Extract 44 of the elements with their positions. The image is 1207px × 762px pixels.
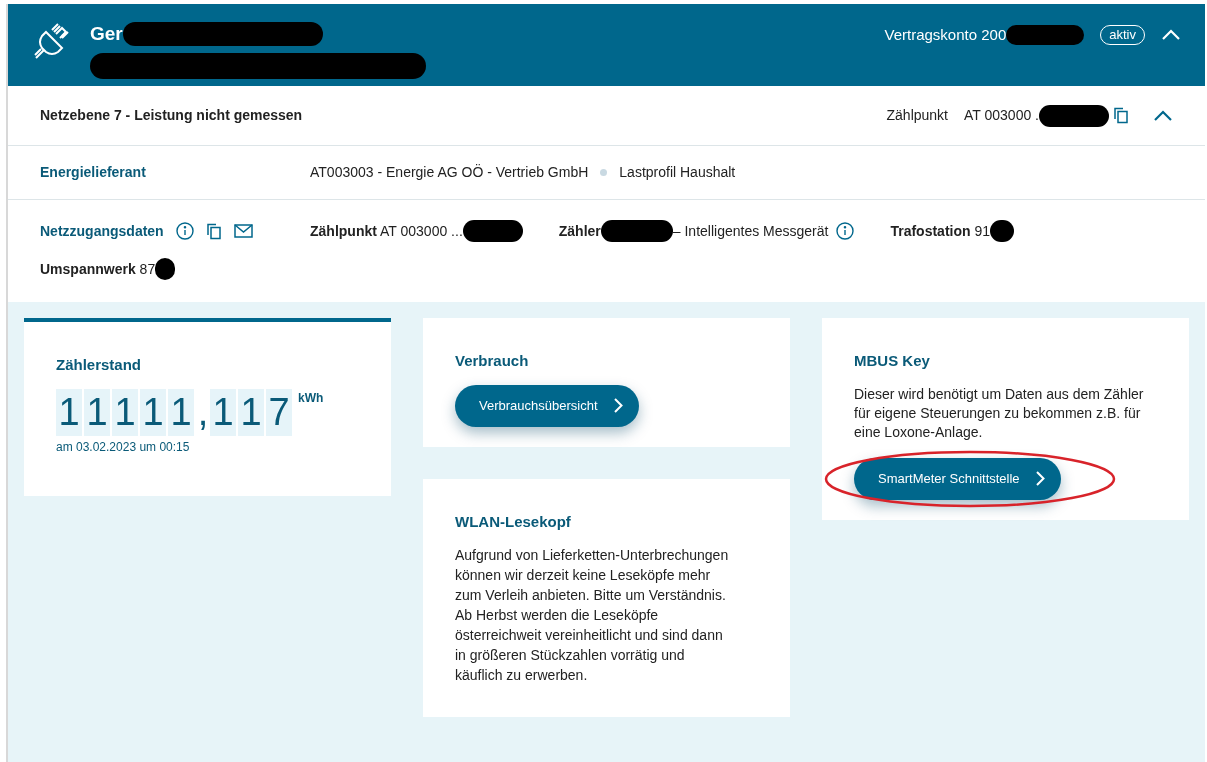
account-number: Vertragskonto 200 — [884, 25, 1007, 45]
field-label: Energielieferant — [40, 163, 147, 182]
info-icon[interactable] — [175, 222, 194, 240]
card-title: MBUS Key — [854, 351, 931, 371]
field-label: Netzzugangsdaten — [40, 221, 164, 241]
chevron-right-icon — [613, 398, 623, 413]
meter-digit: 1 — [56, 388, 82, 436]
meter-digit: 1 — [238, 388, 264, 436]
meter-digit: 1 — [210, 388, 236, 436]
grid-field: Zähler — [558, 220, 601, 242]
unit-label: kWh — [298, 389, 324, 407]
card-title: Zählerstand — [56, 355, 143, 375]
grid-field: Umspannwerk 87 — [40, 258, 156, 280]
grid-field-value: – Intelligentes Messgerät — [672, 221, 829, 241]
primary-button[interactable]: Verbrauchsübersicht — [455, 384, 639, 427]
timestamp: am 03.02.2023 um 00:15 — [56, 438, 191, 456]
card-text: Dieser wird benötigt um Daten aus dem Zähler für eigene Steuerungen zu bekommen z.B. für eine Loxone-Anlage. — [854, 384, 1145, 442]
chevron-right-icon — [1035, 471, 1045, 486]
meter-digit: 1 — [140, 388, 166, 436]
contract-title: Ger — [90, 22, 123, 46]
field-value: Lastprofil Haushalt — [619, 163, 736, 182]
copy-icon[interactable] — [1113, 107, 1129, 124]
decimal-separator: , — [196, 389, 210, 435]
info-icon[interactable] — [836, 222, 855, 240]
redaction-mark — [462, 220, 523, 242]
meter-digit: 7 — [266, 388, 292, 436]
meter-digit: 1 — [84, 388, 110, 436]
meter-digit: 1 — [112, 388, 138, 436]
meter-point-value: AT 003000 . — [964, 106, 1039, 125]
card-title: Verbrauch — [455, 351, 530, 371]
mail-icon[interactable] — [233, 224, 253, 238]
copy-icon[interactable] — [205, 222, 222, 240]
section-title: Netzebene 7 - Leistung nicht gemessen — [40, 106, 303, 125]
grid-field: Trafostation 91 — [890, 220, 991, 242]
card-text: Aufgrund von Lieferketten-Unterbrechungen können wir derzeit keine Leseköpfe mehr zum Verleih anbieten. Bitte um Verständnis. Ab Herbst werden die Leseköpfe österreichweit vereinheitlicht und sind dann in größeren Stückzahlen vorrätig und käuflich zu erwerben. — [455, 546, 730, 685]
card-title: WLAN-Lesekopf — [455, 511, 572, 532]
redaction-mark — [155, 258, 176, 280]
meter-point-label: Zählpunkt — [886, 106, 948, 125]
redaction-mark — [990, 220, 1015, 242]
meter-digit: 1 — [168, 388, 194, 436]
primary-button[interactable]: SmartMeter Schnittstelle — [854, 457, 1061, 500]
redaction-mark — [1039, 104, 1109, 127]
field-value: AT003003 - Energie AG OÖ - Vertrieb GmbH — [310, 163, 589, 182]
grid-field: Zählpunkt AT 003000 ... — [310, 220, 463, 242]
